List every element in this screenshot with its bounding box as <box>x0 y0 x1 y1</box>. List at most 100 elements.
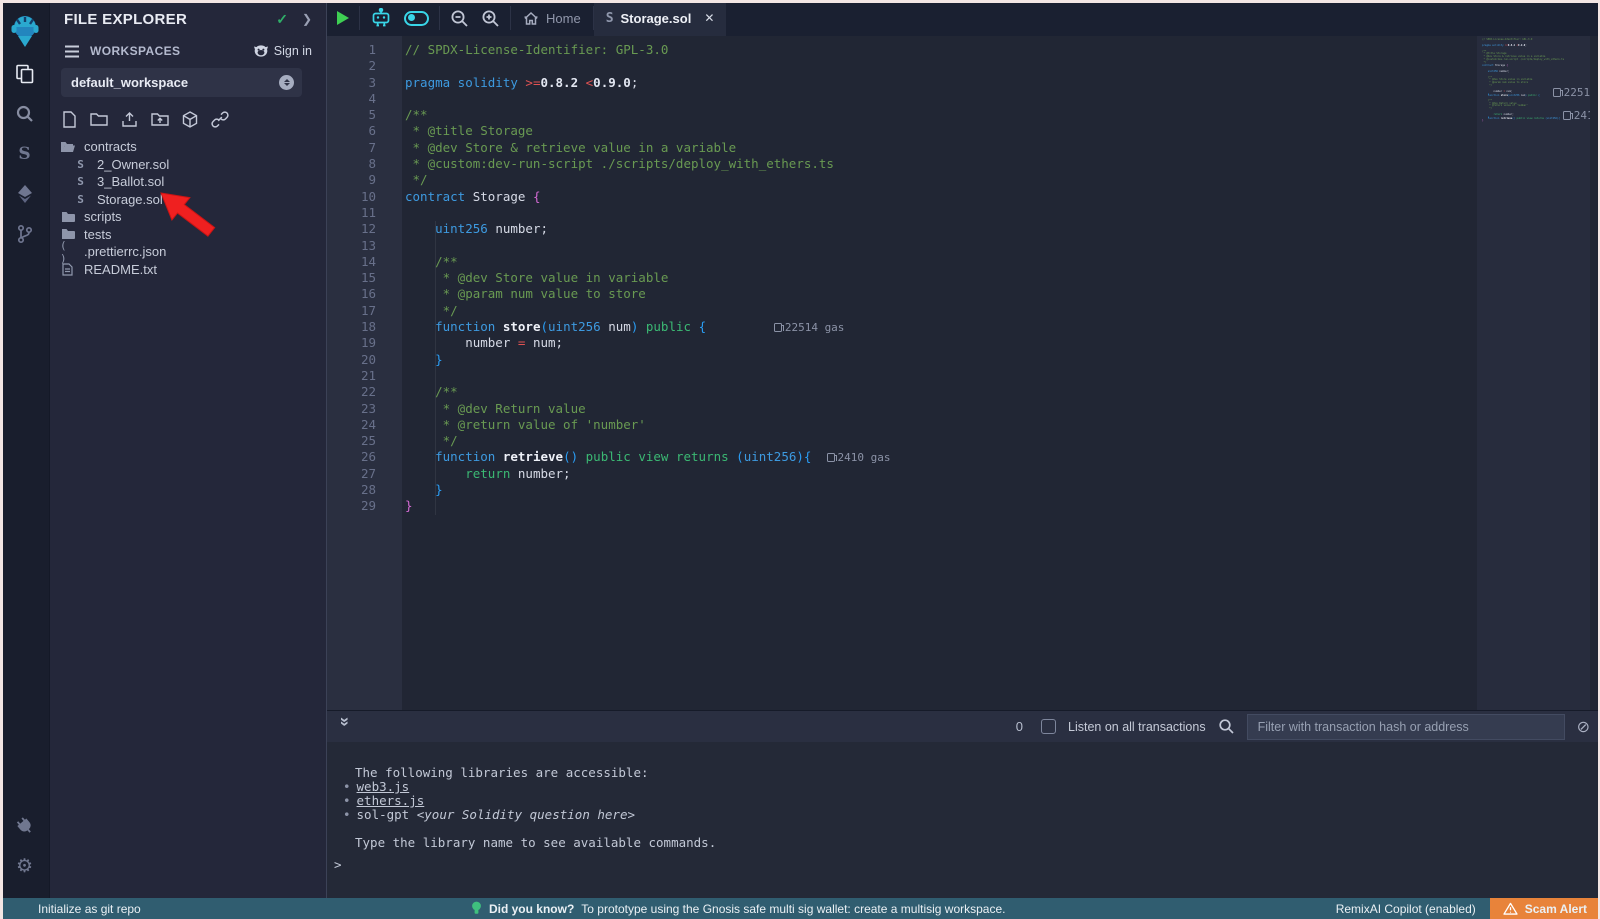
line-number: 1 <box>327 42 402 58</box>
line-number: 9 <box>327 172 402 188</box>
line-number: 21 <box>327 368 402 384</box>
sidebar-item-deploy-run[interactable] <box>0 174 50 214</box>
tab-home[interactable]: Home <box>511 0 593 36</box>
editor-tabbar: Home S Storage.sol ✕ <box>327 0 1600 36</box>
workspaces-label: WORKSPACES <box>90 44 253 58</box>
tree-item-3-ballot-sol[interactable]: S3_Ballot.sol <box>50 173 326 191</box>
collapse-terminal-icon[interactable]: » <box>335 717 355 737</box>
did-you-know-tip: Did you know? To prototype using the Gno… <box>471 901 1006 916</box>
tab-label: Home <box>546 11 581 26</box>
line-number: 18 <box>327 319 402 335</box>
file-label: tests <box>84 227 111 242</box>
line-number: 13 <box>327 238 402 254</box>
file-label: README.txt <box>84 262 157 277</box>
terminal-line: The following libraries are accessible: <box>327 766 1600 780</box>
terminal-link-ethers-js[interactable]: ethers.js <box>357 793 425 808</box>
sidebar-item-file-explorer[interactable] <box>0 54 50 94</box>
line-number: 27 <box>327 466 402 482</box>
line-number: 26 <box>327 449 402 465</box>
sidebar-item-settings[interactable]: ⚙ <box>0 846 50 886</box>
github-icon <box>253 44 269 58</box>
tree-item-readme-txt[interactable]: README.txt <box>50 261 326 279</box>
new-file-icon[interactable] <box>62 111 77 128</box>
upload-file-icon[interactable] <box>121 111 138 128</box>
terminal-link-web3-js[interactable]: web3.js <box>357 779 410 794</box>
run-script-button[interactable] <box>337 11 349 25</box>
chevron-right-icon[interactable]: ❯ <box>302 12 312 26</box>
line-number: 10 <box>327 189 402 205</box>
scam-alert-button[interactable]: Scam Alert <box>1490 898 1600 919</box>
ipfs-box-icon[interactable] <box>182 111 198 128</box>
tree-item-storage-sol[interactable]: SStorage.sol <box>50 191 326 209</box>
sign-in-label: Sign in <box>274 44 312 58</box>
upload-folder-icon[interactable] <box>151 112 169 127</box>
transaction-filter-input[interactable] <box>1247 714 1565 740</box>
settings-gear-icon: ⚙ <box>16 855 33 878</box>
hamburger-menu-icon[interactable] <box>64 45 80 58</box>
sign-in-button[interactable]: Sign in <box>253 44 312 58</box>
code-content: 1// SPDX-License-Identifier: GPL-3.023pr… <box>327 36 1600 515</box>
line-number: 14 <box>327 254 402 270</box>
zoom-out-icon[interactable] <box>450 9 469 28</box>
terminal[interactable]: The following libraries are accessible:•… <box>327 742 1600 898</box>
line-number: 28 <box>327 482 402 498</box>
line-number: 6 <box>327 123 402 139</box>
tree-item-contracts[interactable]: contracts <box>50 138 326 156</box>
listen-label: Listen on all transactions <box>1068 720 1206 734</box>
git-init-button[interactable]: Initialize as git repo <box>0 902 141 916</box>
copilot-status[interactable]: RemixAI Copilot (enabled) <box>1336 902 1476 916</box>
code-editor[interactable]: 1// SPDX-License-Identifier: GPL-3.023pr… <box>327 36 1600 710</box>
transaction-count: 0 <box>1016 719 1023 734</box>
line-number: 5 <box>327 107 402 123</box>
terminal-line <box>327 822 1600 836</box>
tree-item-scripts[interactable]: scripts <box>50 208 326 226</box>
copilot-toggle[interactable] <box>404 11 429 26</box>
ai-copilot-robot-icon[interactable] <box>370 8 392 29</box>
search-icon <box>15 104 35 124</box>
file-label: scripts <box>84 209 122 224</box>
file-label: Storage.sol <box>97 192 163 207</box>
tree-item--prettierrc-json[interactable]: ( ).prettierrc.json <box>50 243 326 261</box>
line-number: 11 <box>327 205 402 221</box>
line-number: 12 <box>327 221 402 237</box>
terminal-header: » 0 Listen on all transactions ⊘ <box>327 710 1600 742</box>
terminal-line: Type the library name to see available c… <box>327 836 1600 850</box>
link-icon[interactable] <box>211 111 229 128</box>
remix-ide: S ⚙ FILE EXPLORER ✓ ❯ <box>0 0 1600 898</box>
plugin-manager-icon <box>10 812 38 840</box>
editor-minimap[interactable]: // SPDX-License-Identifier: GPL-3.0pragm… <box>1477 36 1590 710</box>
panel-title: FILE EXPLORER <box>64 11 276 28</box>
tab-label: Storage.sol <box>621 11 692 26</box>
zoom-in-icon[interactable] <box>481 9 500 28</box>
listen-all-transactions-checkbox[interactable] <box>1041 719 1056 734</box>
new-folder-icon[interactable] <box>90 112 108 127</box>
solidity-compiler-icon: S <box>18 144 30 164</box>
sidebar-item-plugin-manager[interactable] <box>0 806 50 846</box>
workspace-sort-icon <box>279 75 294 90</box>
scam-alert-label: Scam Alert <box>1525 902 1587 916</box>
indent-guide <box>435 221 436 515</box>
window-edge <box>0 0 3 919</box>
file-explorer-panel: FILE EXPLORER ✓ ❯ WORKSPACES Sign in def… <box>50 0 327 898</box>
remix-logo[interactable] <box>0 10 50 54</box>
tab-storage-sol[interactable]: S Storage.sol ✕ <box>594 0 727 36</box>
clear-console-icon[interactable]: ⊘ <box>1577 717 1590 737</box>
file-label: .prettierrc.json <box>84 244 166 259</box>
tree-item-tests[interactable]: tests <box>50 226 326 244</box>
terminal-line: •web3.js <box>327 780 1600 794</box>
json-icon: ( ) <box>60 239 75 265</box>
line-number: 19 <box>327 335 402 351</box>
line-number: 17 <box>327 303 402 319</box>
terminal-prompt[interactable]: > <box>334 858 342 872</box>
sidebar-item-search[interactable] <box>0 94 50 134</box>
window-edge <box>0 0 1600 3</box>
workspace-select[interactable]: default_workspace <box>61 68 302 97</box>
line-number: 20 <box>327 352 402 368</box>
sidebar-item-git[interactable] <box>0 214 50 254</box>
sidebar-item-solidity-compiler[interactable]: S <box>0 134 50 174</box>
line-number: 8 <box>327 156 402 172</box>
search-icon[interactable] <box>1218 718 1235 735</box>
file-tree: contractsS2_Owner.solS3_Ballot.solSStora… <box>50 138 326 278</box>
close-tab-icon[interactable]: ✕ <box>704 11 714 25</box>
tree-item-2-owner-sol[interactable]: S2_Owner.sol <box>50 156 326 174</box>
